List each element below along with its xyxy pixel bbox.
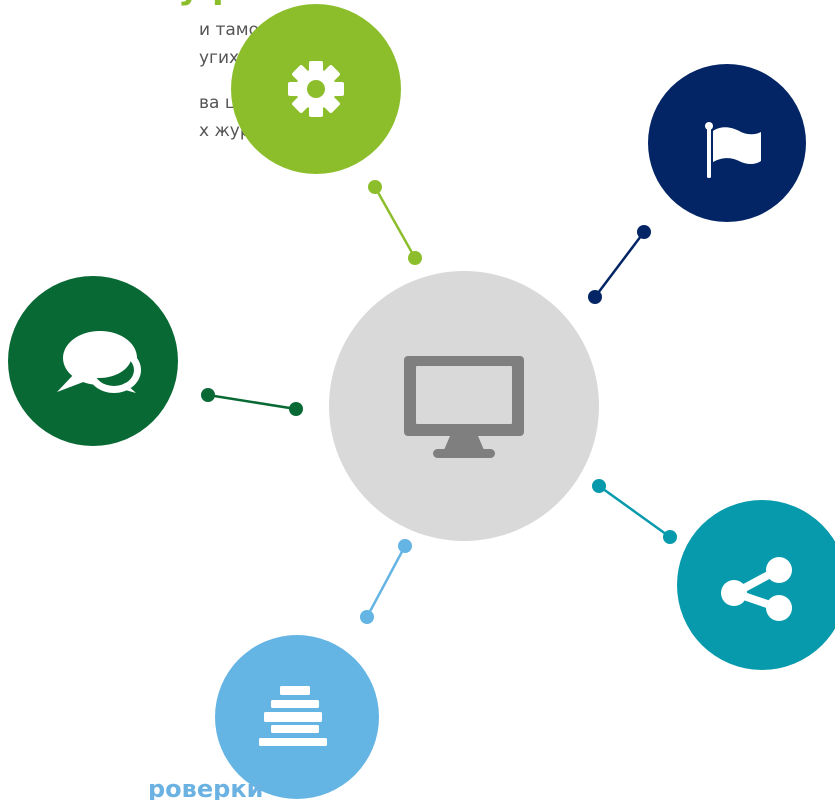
connector-navy [588,225,651,304]
hub-diagram [8,4,835,799]
connector-lime-green [368,180,422,265]
connector-light-blue [360,539,412,624]
navy-node [648,64,806,222]
lime-green-node [231,4,401,174]
diagram-slide: у р и таможенные угих стран ва ценовых и… [0,0,835,800]
hub-node [329,271,599,541]
heading-bottom-fragment: роверки [148,775,264,800]
gear-icon [288,61,344,117]
connector-teal [592,479,677,544]
teal-node [677,500,835,670]
connector-dark-green [201,388,303,416]
dark-green-node [8,276,178,446]
